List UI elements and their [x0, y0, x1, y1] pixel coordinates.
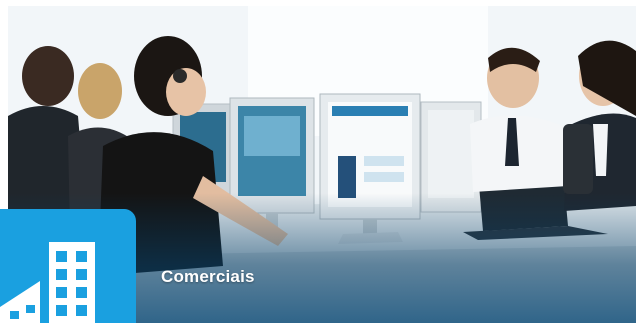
category-badge: [0, 209, 136, 323]
building-icon: [0, 242, 95, 323]
category-title[interactable]: Comerciais: [161, 267, 255, 287]
category-card[interactable]: Comerciais: [0, 0, 636, 323]
